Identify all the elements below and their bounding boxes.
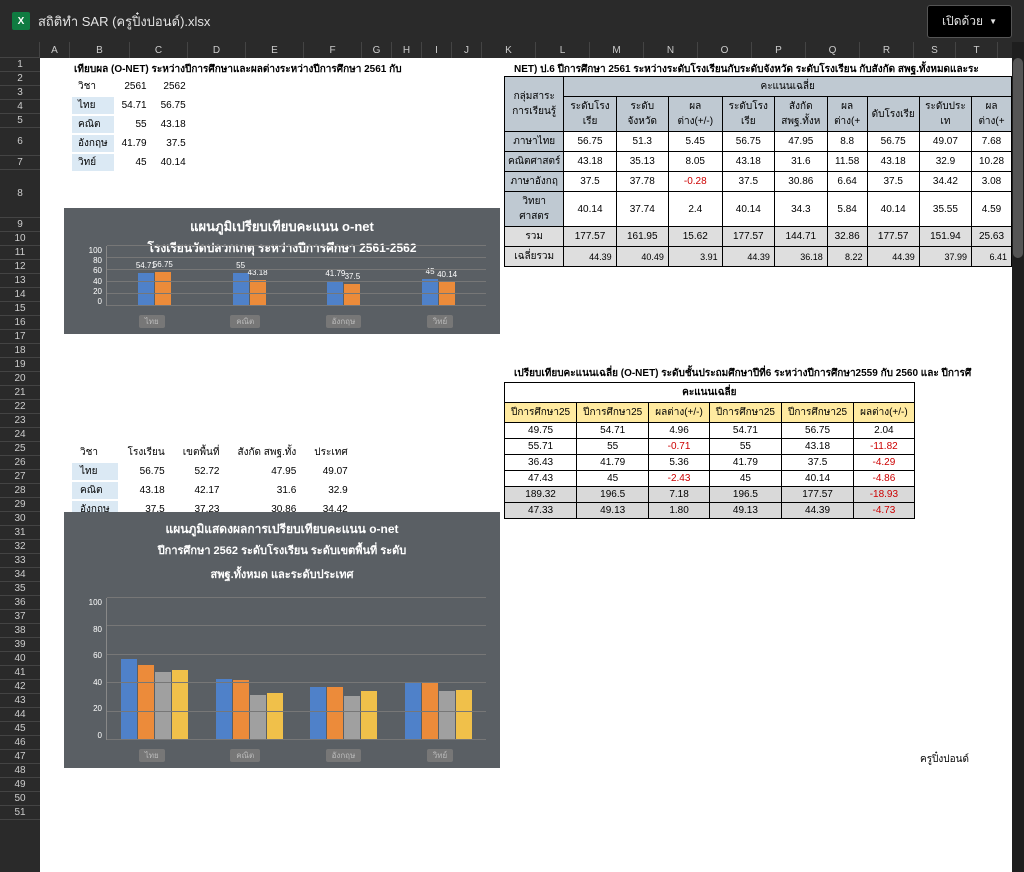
signature: ครูปิ๋งปอนด์	[920, 752, 969, 767]
vertical-scrollbar[interactable]	[1012, 42, 1024, 872]
row-headers[interactable]: 1234567891011121314151617181920212223242…	[0, 58, 40, 872]
spreadsheet-viewport: ABCDEFGHIJKLMNOPQRST 1234567891011121314…	[0, 42, 1012, 872]
title-bar: X สถิติทำ SAR (ครูปิ๋งปอนด์).xlsx เปิดด้…	[0, 0, 1024, 42]
right-table-2: คะแนนเฉลี่ยปีการศึกษา25ปีการศึกษา25ผลต่า…	[504, 382, 915, 519]
open-with-button[interactable]: เปิดด้วย	[927, 5, 1012, 38]
right-table-1: กลุ่มสาระการเรียนรู้คะแนนเฉลี่ยระดับโรงเ…	[504, 76, 1012, 267]
column-headers[interactable]: ABCDEFGHIJKLMNOPQRST	[40, 42, 1012, 58]
right-table2-title: เปรียบเทียบคะแนนเฉลี่ย (O-NET) ระดับชั้น…	[514, 366, 971, 381]
excel-icon: X	[12, 12, 30, 30]
select-all-corner[interactable]	[0, 42, 40, 58]
chart-2: แผนภูมิแสดงผลการเปรียบเทียบคะแนน o-net ป…	[64, 512, 500, 768]
table1: วิชา25612562ไทย54.7156.75คณิต5543.18อังก…	[70, 76, 194, 173]
file-name: สถิติทำ SAR (ครูปิ๋งปอนด์).xlsx	[38, 11, 210, 32]
table1-title: เทียบผล (O-NET) ระหว่างปีการศึกษาและผลต่…	[74, 62, 402, 77]
right-table1-title: NET) ป.6 ปีการศึกษา 2561 ระหว่างระดับโรง…	[514, 62, 979, 77]
cell-grid[interactable]: เทียบผล (O-NET) ระหว่างปีการศึกษาและผลต่…	[40, 58, 1012, 872]
chart-1: แผนภูมิเปรียบเทียบคะแนน o-net โรงเรียนวั…	[64, 208, 500, 334]
